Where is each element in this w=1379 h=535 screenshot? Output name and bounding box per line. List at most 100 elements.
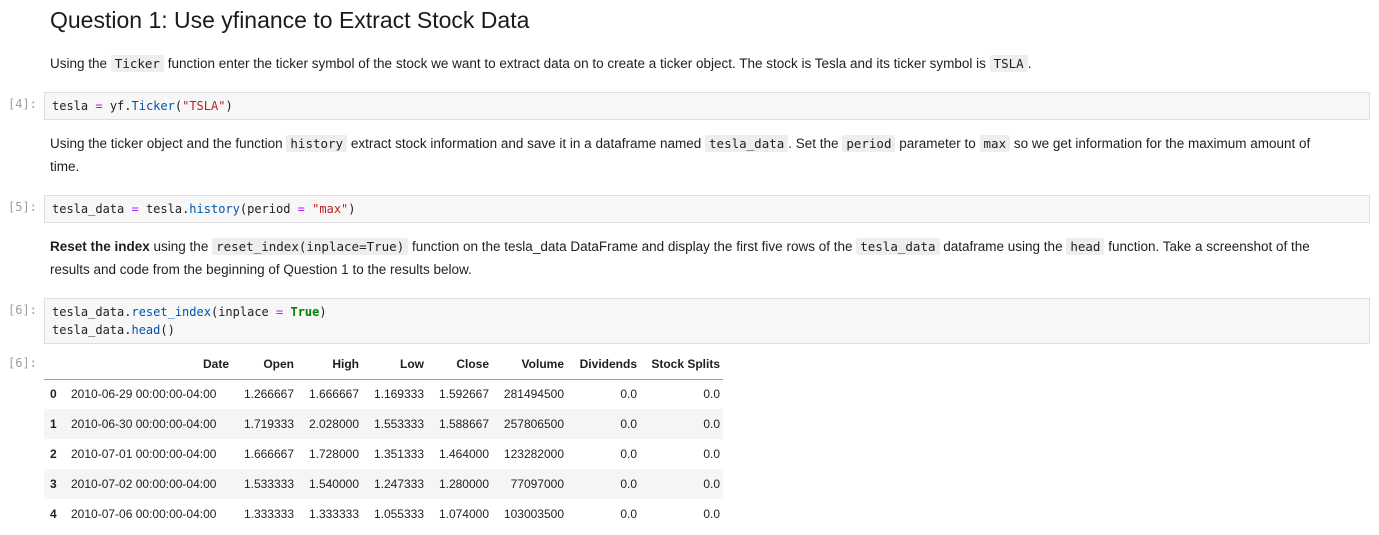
cell-high: 2.028000 (308, 417, 359, 431)
column-header-date: Date (68, 350, 232, 380)
code-token-operator: = (297, 202, 305, 216)
column-header-index (44, 350, 68, 380)
column-header-dividends: Dividends (567, 350, 640, 380)
row-index: 4 (50, 507, 57, 521)
code-cell-1[interactable]: tesla = yf.Ticker("TSLA") (44, 92, 1370, 120)
code-token: tesla_data. (52, 305, 132, 319)
cell-dividends: 0.0 (620, 477, 637, 491)
inline-code-tsla: TSLA (989, 55, 1028, 72)
para3-text-2: function on the tesla_data DataFrame and… (408, 239, 857, 254)
table-row: 3 2010-07-02 00:00:00-04:00 1.533333 1.5… (44, 469, 723, 499)
para2-text-4: parameter to (895, 136, 980, 151)
para1-text-1: Using the (50, 56, 111, 71)
code-token-function: reset_index (131, 305, 211, 319)
cell-volume: 103003500 (503, 507, 564, 521)
code-token-string: "TSLA" (182, 99, 226, 113)
cell-date: 2010-07-06 00:00:00-04:00 (71, 507, 217, 521)
code-token: () (160, 323, 175, 337)
column-header-high: High (297, 350, 362, 380)
cell-volume: 123282000 (503, 447, 564, 461)
cell-high: 1.666667 (308, 387, 359, 402)
code-token-operator: = (131, 202, 139, 216)
inline-code-history: history (286, 135, 348, 152)
cell-high: 1.728000 (308, 447, 359, 461)
code-cell-2[interactable]: tesla_data = tesla.history(period = "max… (44, 195, 1370, 223)
para3-text-3: dataframe using the (939, 239, 1067, 254)
markdown-paragraph-3: Reset the index using the reset_index(in… (50, 235, 1350, 281)
inline-code-reset-index: reset_index(inplace=True) (212, 238, 409, 255)
cell-low: 1.055333 (373, 507, 424, 521)
cell-dividends: 0.0 (620, 387, 637, 402)
code-token: tesla. (138, 202, 190, 216)
code-token: ) (348, 202, 356, 216)
code-line-2: tesla_data.head() (52, 321, 1362, 339)
cell-low: 1.169333 (373, 387, 424, 402)
cell-close: 1.074000 (438, 507, 489, 521)
cell-open: 1.719333 (243, 417, 294, 431)
cell-prompt-4: [4]: (8, 97, 37, 111)
column-header-stock-splits: Stock Splits (640, 350, 723, 380)
cell-prompt-6: [6]: (8, 303, 37, 317)
column-header-volume: Volume (492, 350, 567, 380)
cell-high: 1.333333 (308, 507, 359, 521)
cell-stock-splits: 0.0 (703, 417, 720, 431)
code-token: (period (239, 202, 298, 216)
cell-date: 2010-07-01 00:00:00-04:00 (71, 447, 217, 461)
cell-low: 1.351333 (373, 447, 424, 461)
code-token: ) (319, 305, 327, 319)
code-token-function: head (131, 323, 161, 337)
cell-low: 1.553333 (373, 417, 424, 431)
code-token: yf. (102, 99, 132, 113)
cell-date: 2010-07-02 00:00:00-04:00 (71, 477, 217, 491)
markdown-paragraph-1: Using the Ticker function enter the tick… (50, 52, 1350, 75)
cell-low: 1.247333 (373, 477, 424, 491)
para3-text-1: using the (149, 239, 213, 254)
code-token: tesla_data (52, 202, 132, 216)
cell-dividends: 0.0 (620, 447, 637, 461)
code-token-string: "max" (312, 202, 349, 216)
para2-text-1: Using the ticker object and the function (50, 136, 287, 151)
table-row: 4 2010-07-06 00:00:00-04:00 1.333333 1.3… (44, 499, 723, 529)
row-index: 1 (50, 417, 57, 431)
column-header-open: Open (232, 350, 297, 380)
code-token: tesla_data. (52, 323, 132, 337)
cell-dividends: 0.0 (620, 507, 637, 521)
para2-text-2: extract stock information and save it in… (347, 136, 706, 151)
column-header-close: Close (427, 350, 492, 380)
table-row: 0 2010-06-29 00:00:00-04:00 1.266667 1.6… (44, 379, 723, 409)
cell-volume: 281494500 (503, 387, 564, 402)
cell-close: 1.464000 (438, 447, 489, 461)
code-token-function: history (189, 202, 240, 216)
row-index: 3 (50, 477, 57, 491)
inline-code-head: head (1066, 238, 1105, 255)
cell-date: 2010-06-29 00:00:00-04:00 (71, 387, 217, 402)
para1-text-3: . (1027, 56, 1032, 71)
cell-close: 1.588667 (438, 417, 489, 431)
table-row: 2 2010-07-01 00:00:00-04:00 1.666667 1.7… (44, 439, 723, 469)
code-token-function: Ticker (131, 99, 175, 113)
markdown-paragraph-2: Using the ticker object and the function… (50, 132, 1320, 178)
cell-prompt-5: [5]: (8, 200, 37, 214)
code-token-operator: = (95, 99, 103, 113)
inline-code-tesla-data: tesla_data (705, 135, 789, 152)
section-title: Question 1: Use yfinance to Extract Stoc… (50, 7, 530, 33)
cell-open: 1.333333 (243, 507, 294, 521)
cell-high: 1.540000 (308, 477, 359, 491)
code-cell-3[interactable]: tesla_data.reset_index(inplace = True) te… (44, 298, 1370, 344)
cell-open: 1.533333 (243, 477, 294, 491)
code-token: ( (174, 99, 183, 113)
code-line-1: tesla_data.reset_index(inplace = True) (52, 303, 1362, 321)
cell-volume: 77097000 (510, 477, 564, 491)
code-token-keyword: True (290, 305, 320, 319)
inline-code-tesla-data: tesla_data (856, 238, 940, 255)
cell-stock-splits: 0.0 (703, 387, 720, 402)
cell-stock-splits: 0.0 (703, 447, 720, 461)
cell-stock-splits: 0.0 (703, 507, 720, 521)
para2-text-3: . Set the (788, 136, 843, 151)
table-header-row: Date Open High Low Close Volume Dividend… (44, 350, 723, 380)
table-row: 1 2010-06-30 00:00:00-04:00 1.719333 2.0… (44, 409, 723, 439)
code-token: (inplace (210, 305, 276, 319)
inline-code-ticker: Ticker (110, 55, 164, 72)
para3-bold-text: Reset the index (50, 239, 150, 254)
para1-text-2: function enter the ticker symbol of the … (163, 56, 990, 71)
